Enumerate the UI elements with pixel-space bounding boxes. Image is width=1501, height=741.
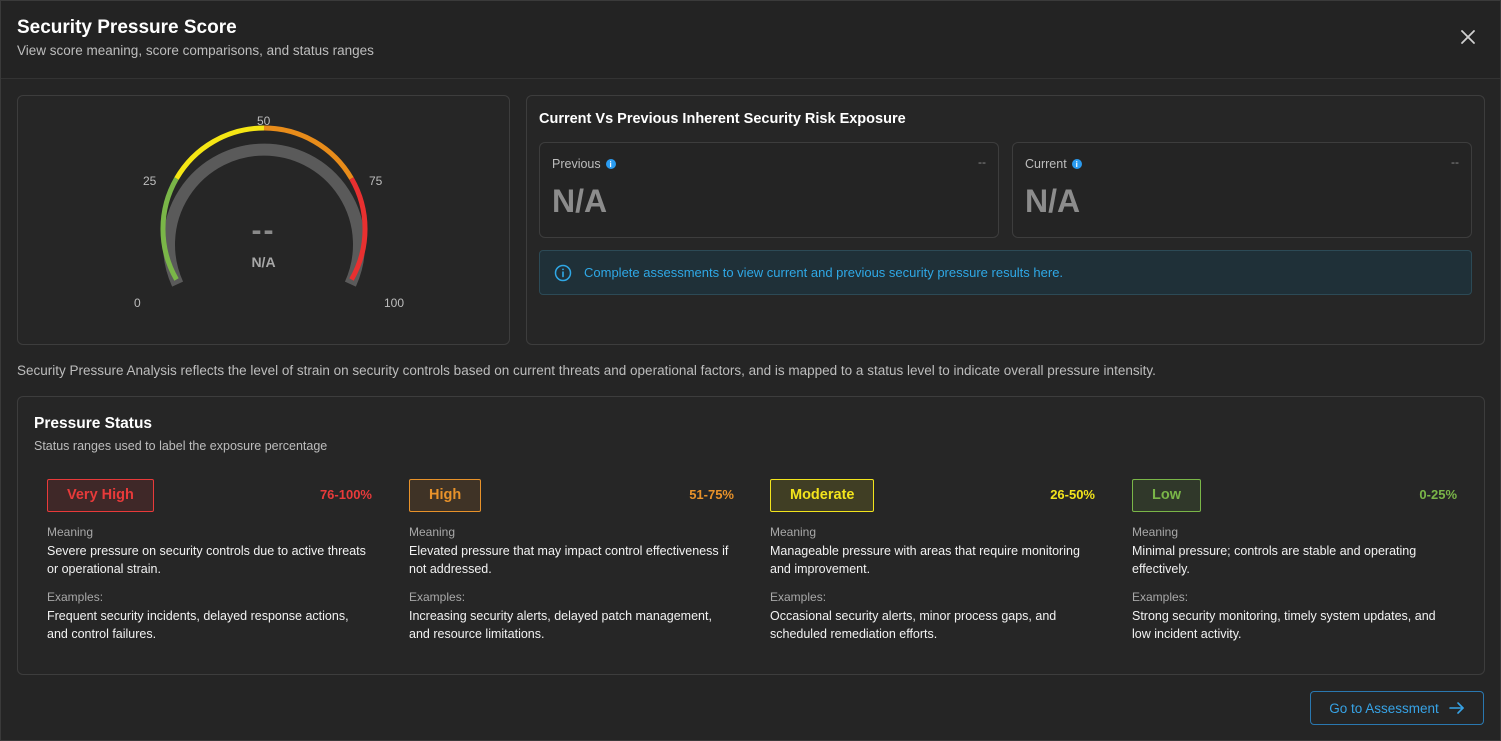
comparison-card: Current Vs Previous Inherent Security Ri… (526, 95, 1485, 345)
status-badge: Low (1132, 479, 1201, 512)
modal-title: Security Pressure Score (17, 17, 237, 38)
status-badge: Moderate (770, 479, 875, 512)
examples-label: Examples: (47, 590, 104, 604)
close-button[interactable] (1458, 27, 1478, 47)
go-to-assessment-label: Go to Assessment (1329, 700, 1439, 716)
arrow-right-icon (1448, 702, 1464, 714)
status-level-low: Low 0-25% Meaning Minimal pressure; cont… (1132, 479, 1457, 643)
close-icon (1461, 30, 1475, 44)
meaning-label: Meaning (1132, 525, 1179, 539)
go-to-assessment-button[interactable]: Go to Assessment (1310, 691, 1484, 725)
examples-text: Frequent security incidents, delayed res… (47, 609, 349, 641)
modal-header: Security Pressure Score View score meani… (1, 1, 1500, 79)
gauge-status: N/A (251, 254, 276, 270)
status-range: 51-75% (689, 487, 734, 502)
previous-score-box: Previous i -- N/A (539, 142, 999, 238)
meaning-text: Manageable pressure with areas that requ… (770, 544, 1080, 576)
security-pressure-modal: Security Pressure Score View score meani… (0, 0, 1501, 741)
info-icon[interactable]: i (605, 159, 616, 169)
previous-value: N/A (552, 183, 608, 219)
meaning-label: Meaning (409, 525, 456, 539)
status-range: 0-25% (1419, 487, 1457, 502)
info-circle-icon (554, 264, 572, 281)
status-badge: Very High (47, 479, 154, 512)
modal-subtitle: View score meaning, score comparisons, a… (17, 43, 374, 58)
current-score-box: Current i -- N/A (1012, 142, 1472, 238)
pressure-status-card: Pressure Status Status ranges used to la… (17, 396, 1485, 675)
status-badge: High (409, 479, 482, 512)
analysis-description: Security Pressure Analysis reflects the … (17, 363, 1156, 378)
gauge-tick-50: 50 (257, 114, 271, 128)
examples-text: Occasional security alerts, minor proces… (770, 609, 1057, 641)
previous-change: -- (978, 155, 986, 169)
previous-label: Previous (552, 157, 601, 171)
meaning-text: Severe pressure on security controls due… (47, 544, 366, 576)
pressure-status-title: Pressure Status (34, 415, 153, 432)
status-range: 76-100% (319, 487, 372, 502)
current-change: -- (1451, 155, 1459, 169)
meaning-label: Meaning (47, 525, 94, 539)
pressure-status-subtitle: Status ranges used to label the exposure… (34, 439, 328, 453)
gauge-value: -- (251, 214, 276, 247)
examples-text: Increasing security alerts, delayed patc… (409, 609, 712, 641)
examples-label: Examples: (409, 590, 466, 604)
current-value: N/A (1025, 183, 1081, 219)
gauge-tick-25: 25 (143, 174, 157, 188)
status-level-high: High 51-75% Meaning Elevated pressure th… (409, 479, 734, 643)
gauge-card: 0 25 50 75 100 -- N/A (17, 95, 510, 345)
meaning-label: Meaning (770, 525, 817, 539)
notice-text: Complete assessments to view current and… (584, 265, 1064, 280)
current-label-row: Current i (1025, 157, 1082, 171)
gauge-tick-0: 0 (134, 296, 141, 310)
meaning-text: Minimal pressure; controls are stable an… (1132, 544, 1417, 576)
info-icon[interactable]: i (1071, 159, 1082, 169)
previous-label-row: Previous i (552, 157, 616, 171)
gauge-tick-75: 75 (369, 174, 383, 188)
status-range: 26-50% (1050, 487, 1095, 502)
examples-label: Examples: (1132, 590, 1189, 604)
status-level-very-high: Very High 76-100% Meaning Severe pressur… (47, 479, 372, 643)
gauge-tick-100: 100 (384, 296, 405, 310)
comparison-title: Current Vs Previous Inherent Security Ri… (539, 111, 906, 127)
examples-label: Examples: (770, 590, 827, 604)
status-level-moderate: Moderate 26-50% Meaning Manageable press… (770, 479, 1095, 643)
current-label: Current (1025, 157, 1067, 171)
meaning-text: Elevated pressure that may impact contro… (409, 544, 729, 576)
examples-text: Strong security monitoring, timely syste… (1132, 609, 1436, 641)
info-notice: Complete assessments to view current and… (539, 250, 1472, 295)
